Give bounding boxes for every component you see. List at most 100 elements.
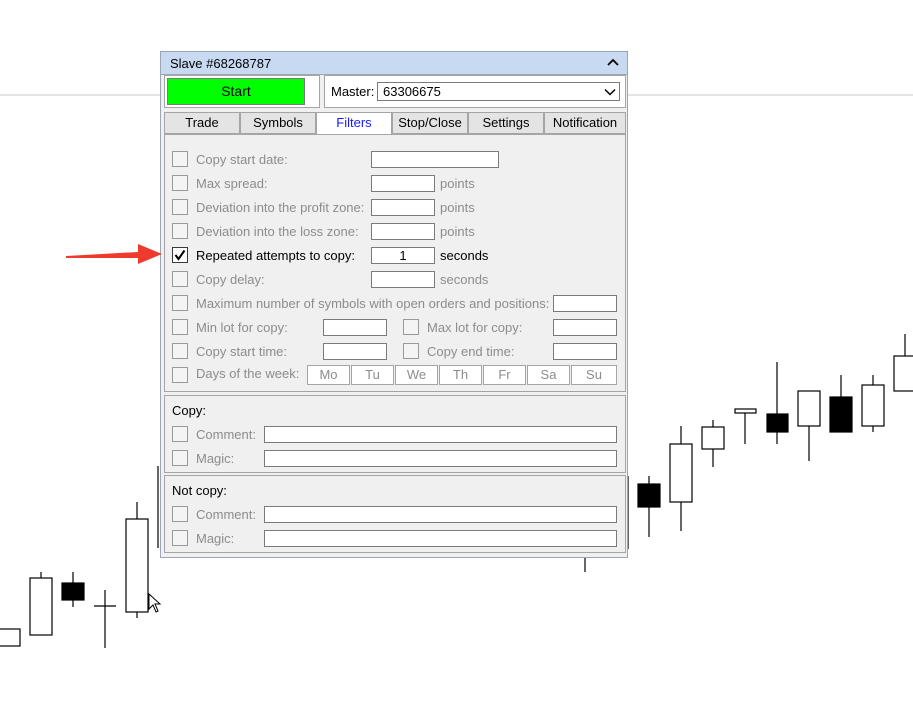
not-copy-section-title: Not copy: [172, 483, 227, 498]
deviation-loss-unit: points [440, 224, 475, 239]
copy-start-time-input[interactable] [323, 343, 387, 360]
max-symbols-input[interactable] [553, 295, 617, 312]
filter-max-symbols: Maximum number of symbols with open orde… [165, 293, 625, 313]
deviation-profit-unit: points [440, 200, 475, 215]
deviation-loss-input[interactable] [371, 223, 435, 240]
max-lot-input[interactable] [553, 319, 617, 336]
start-container: Start [164, 75, 320, 108]
copy-section-title: Copy: [172, 403, 206, 418]
copy-magic-label: Magic: [196, 451, 235, 466]
candle [734, 408, 757, 414]
day-button-sa[interactable]: Sa [527, 365, 570, 385]
copy-start-date-input[interactable] [371, 151, 499, 168]
copy-comment-input[interactable] [264, 426, 617, 443]
copy-comment-checkbox[interactable] [172, 426, 188, 442]
filter-copy-time: Copy start time: Copy end time: [165, 341, 625, 361]
filter-repeated-attempts: Repeated attempts to copy: 1 seconds [165, 245, 625, 265]
copy-comment-row: Comment: [165, 424, 625, 444]
master-label: Master: [331, 84, 375, 99]
day-button-we[interactable]: We [395, 365, 438, 385]
mouse-cursor-icon [148, 593, 162, 613]
candle [0, 628, 21, 647]
day-button-th[interactable]: Th [439, 365, 482, 385]
day-button-mo[interactable]: Mo [307, 365, 350, 385]
filter-days-of-week: Days of the week: Mo Tu We Th Fr Sa Su [165, 365, 625, 385]
checkmark-icon [174, 249, 186, 261]
copy-magic-row: Magic: [165, 448, 625, 468]
chevron-down-icon [604, 88, 616, 96]
chevron-up-icon[interactable] [605, 54, 621, 70]
candle [125, 518, 149, 613]
repeated-attempts-label: Repeated attempts to copy: [196, 248, 355, 263]
copy-delay-unit: seconds [440, 272, 489, 287]
candle [893, 355, 913, 392]
master-dropdown[interactable]: 63306675 [377, 82, 620, 101]
start-button[interactable]: Start [167, 78, 305, 105]
copy-section: Copy: Comment: Magic: [164, 395, 626, 473]
max-spread-label: Max spread: [196, 176, 268, 191]
copy-start-date-checkbox[interactable] [172, 151, 188, 167]
candle [61, 582, 85, 601]
master-value: 63306675 [383, 84, 441, 99]
filter-deviation-profit: Deviation into the profit zone: points [165, 197, 625, 217]
days-of-week-label: Days of the week: [196, 366, 300, 381]
tab-filters[interactable]: Filters [316, 112, 392, 135]
repeated-attempts-input[interactable]: 1 [371, 247, 435, 264]
copy-delay-label: Copy delay: [196, 272, 265, 287]
not-copy-section: Not copy: Comment: Magic: [164, 475, 626, 553]
copy-start-time-checkbox[interactable] [172, 343, 188, 359]
tab-stop-close[interactable]: Stop/Close [392, 112, 468, 134]
candle [766, 413, 789, 433]
copy-delay-checkbox[interactable] [172, 271, 188, 287]
day-button-tu[interactable]: Tu [351, 365, 394, 385]
not-copy-comment-label: Comment: [196, 507, 256, 522]
tab-symbols[interactable]: Symbols [240, 112, 316, 134]
max-symbols-label: Maximum number of symbols with open orde… [196, 296, 550, 311]
copy-comment-label: Comment: [196, 427, 256, 442]
tab-bar: Trade Symbols Filters Stop/Close Setting… [164, 112, 626, 135]
tab-notification[interactable]: Notification [544, 112, 626, 134]
copy-start-time-label: Copy start time: [196, 344, 288, 359]
day-button-fr[interactable]: Fr [483, 365, 526, 385]
copy-magic-input[interactable] [264, 450, 617, 467]
copy-start-date-label: Copy start date: [196, 152, 288, 167]
max-symbols-checkbox[interactable] [172, 295, 188, 311]
copy-magic-checkbox[interactable] [172, 450, 188, 466]
min-lot-input[interactable] [323, 319, 387, 336]
not-copy-magic-row: Magic: [165, 528, 625, 548]
filter-lot-limits: Min lot for copy: Max lot for copy: [165, 317, 625, 337]
panel-titlebar[interactable]: Slave #68268787 [161, 52, 627, 75]
days-of-week-checkbox[interactable] [172, 367, 188, 383]
copy-end-time-checkbox[interactable] [403, 343, 419, 359]
day-button-su[interactable]: Su [571, 365, 617, 385]
candle [861, 384, 885, 427]
min-lot-checkbox[interactable] [172, 319, 188, 335]
master-container: Master: 63306675 [324, 75, 626, 108]
copy-delay-input[interactable] [371, 271, 435, 288]
candle [797, 390, 821, 427]
panel-title: Slave #68268787 [170, 56, 272, 71]
filter-copy-start-date: Copy start date: [165, 149, 625, 169]
not-copy-comment-checkbox[interactable] [172, 506, 188, 522]
tab-settings[interactable]: Settings [468, 112, 544, 134]
candle [637, 483, 661, 508]
max-lot-checkbox[interactable] [403, 319, 419, 335]
copy-end-time-input[interactable] [553, 343, 617, 360]
candle [829, 396, 853, 433]
deviation-loss-checkbox[interactable] [172, 223, 188, 239]
not-copy-comment-input[interactable] [264, 506, 617, 523]
not-copy-magic-input[interactable] [264, 530, 617, 547]
max-spread-input[interactable] [371, 175, 435, 192]
not-copy-magic-label: Magic: [196, 531, 235, 546]
tab-trade[interactable]: Trade [164, 112, 240, 134]
deviation-profit-input[interactable] [371, 199, 435, 216]
max-spread-checkbox[interactable] [172, 175, 188, 191]
deviation-profit-label: Deviation into the profit zone: [196, 200, 365, 215]
deviation-profit-checkbox[interactable] [172, 199, 188, 215]
max-spread-unit: points [440, 176, 475, 191]
red-arrow-icon [66, 244, 162, 264]
repeated-attempts-checkbox[interactable] [172, 247, 188, 263]
candle [29, 577, 53, 636]
not-copy-magic-checkbox[interactable] [172, 530, 188, 546]
candle [669, 443, 693, 503]
